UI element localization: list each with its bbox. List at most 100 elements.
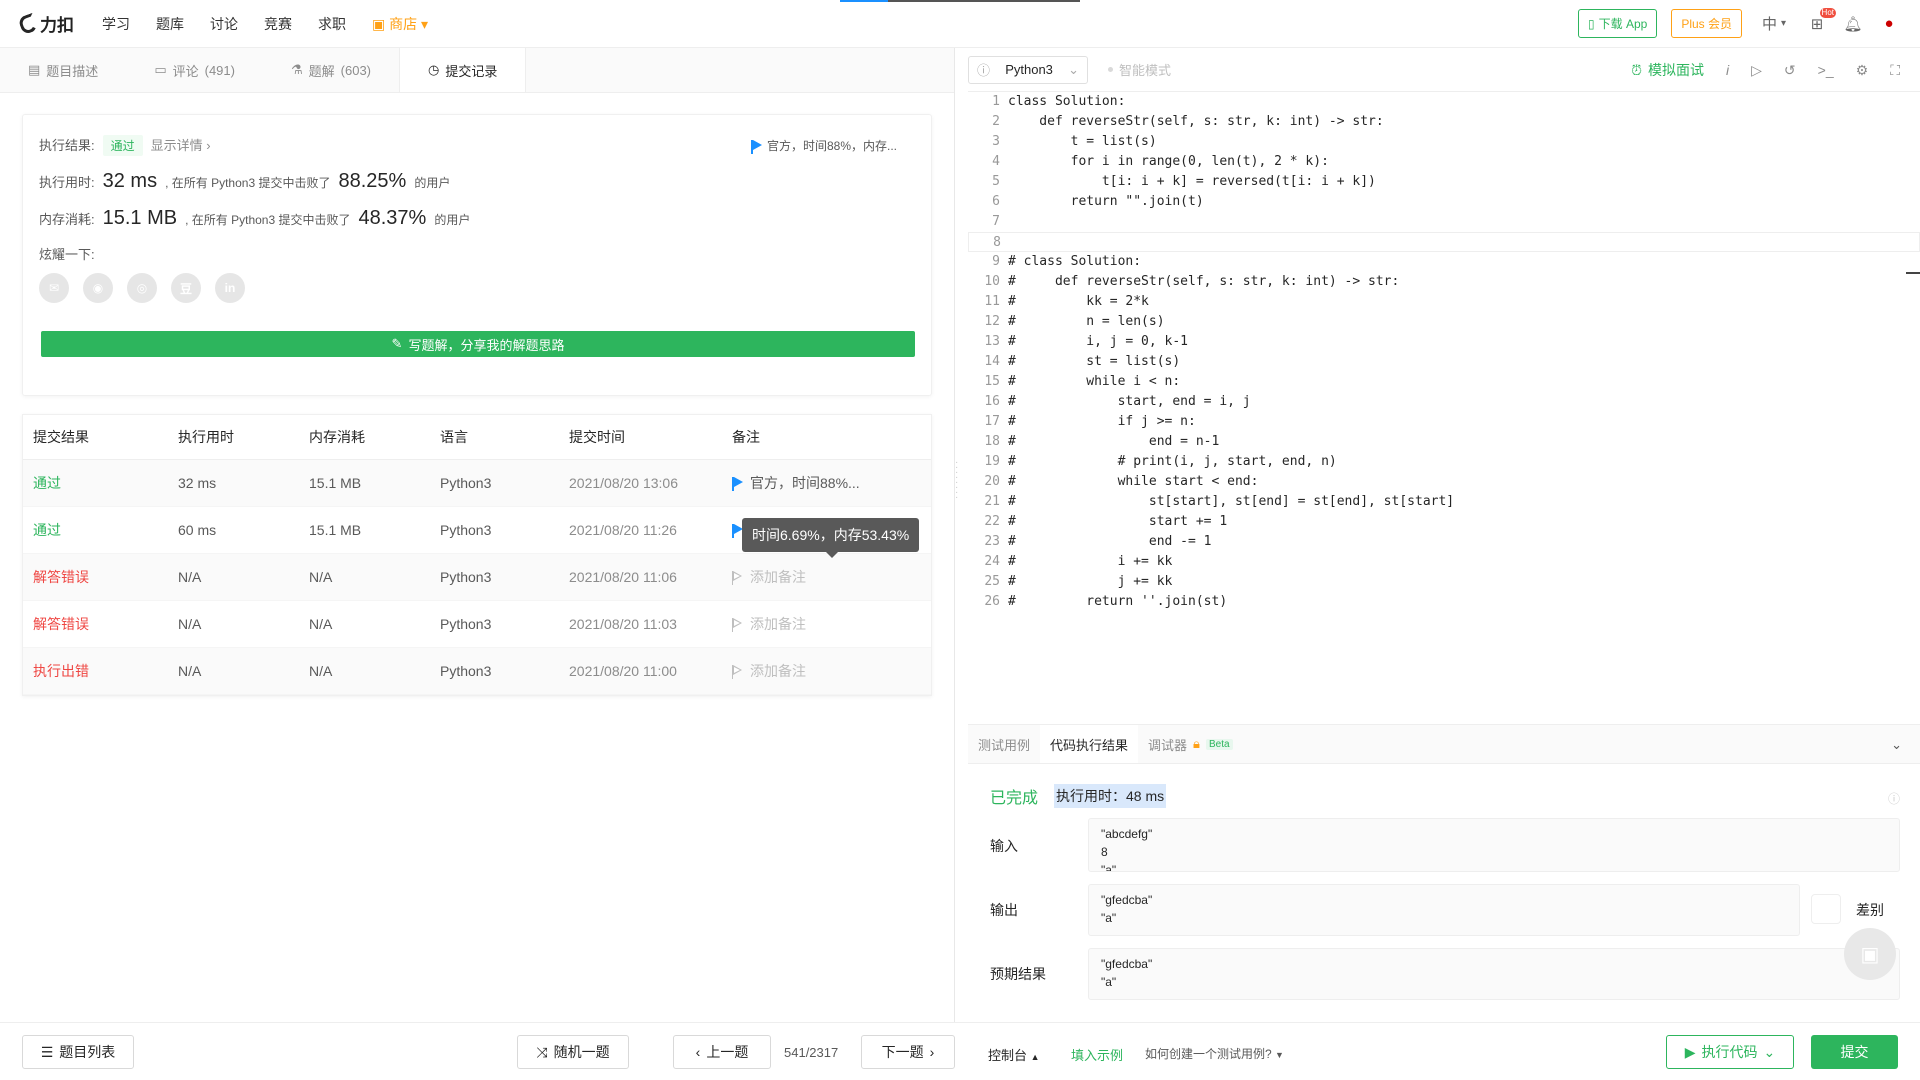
- qq-icon[interactable]: ◎: [127, 273, 157, 303]
- code-line[interactable]: 15 # while i < n:: [968, 372, 1920, 392]
- code-line[interactable]: 8: [968, 232, 1920, 252]
- info-italic-icon[interactable]: i: [1726, 62, 1729, 78]
- code-line[interactable]: 17 # if j >= n:: [968, 412, 1920, 432]
- howto-testcase-dropdown[interactable]: 如何创建一个测试用例? ▼: [1145, 1045, 1284, 1062]
- code-line[interactable]: 9 # class Solution:: [968, 252, 1920, 272]
- code-line[interactable]: 20 # while start < end:: [968, 472, 1920, 492]
- tab-submissions[interactable]: ◷ 提交记录: [399, 48, 527, 92]
- runtime-cell: N/A: [178, 569, 202, 585]
- status-cell[interactable]: 通过: [23, 473, 178, 493]
- code-line[interactable]: 7: [968, 212, 1920, 232]
- nav-shop-label: 商店: [389, 15, 418, 32]
- tab-comments[interactable]: ▭ 评论 (491): [126, 48, 263, 92]
- logo[interactable]: 力扣: [17, 11, 74, 36]
- smart-mode-toggle[interactable]: 智能模式: [1108, 60, 1171, 79]
- show-detail-link[interactable]: 显示详情 ›: [151, 135, 211, 154]
- write-solution-button[interactable]: ✎ 写题解，分享我的解题思路: [41, 331, 915, 357]
- play-outline-icon[interactable]: ▷: [1751, 62, 1762, 79]
- nav-item-discuss[interactable]: 讨论: [210, 14, 238, 34]
- collapse-chevron-icon[interactable]: ⌄: [1891, 737, 1902, 753]
- code-line[interactable]: 11 # kk = 2*k: [968, 292, 1920, 312]
- douban-icon[interactable]: 豆: [171, 273, 201, 303]
- console-toggle[interactable]: 控制台 ▲: [988, 1045, 1040, 1064]
- code-text: # i += kk: [1008, 554, 1173, 569]
- reset-icon[interactable]: ↺: [1784, 62, 1796, 79]
- code-line[interactable]: 2 def reverseStr(self, s: str, k: int) -…: [968, 112, 1920, 132]
- code-line[interactable]: 1 class Solution:: [968, 92, 1920, 112]
- note-cell[interactable]: 添加备注: [732, 614, 922, 634]
- help-icon[interactable]: ⓘ: [1888, 790, 1900, 807]
- weibo-icon[interactable]: ◉: [83, 273, 113, 303]
- notification-bell-icon[interactable]: 🔔︎: [1842, 13, 1864, 35]
- code-line[interactable]: 4 for i in range(0, len(t), 2 * k):: [968, 152, 1920, 172]
- tab-run-result[interactable]: 代码执行结果: [1040, 725, 1139, 763]
- share-plus-icon[interactable]: ⊞ Hot: [1806, 7, 1836, 35]
- problem-list-button[interactable]: ☰ 题目列表: [22, 1035, 134, 1069]
- code-line[interactable]: 25 # j += kk: [968, 572, 1920, 592]
- language-select[interactable]: ⓘ Python3 ⌄: [968, 55, 1088, 84]
- terminal-icon[interactable]: >_: [1818, 62, 1834, 78]
- table-row[interactable]: 解答错误 N/A N/A Python3 2021/08/20 11:03 添加备注: [23, 601, 931, 648]
- code-line[interactable]: 13 # i, j = 0, k-1: [968, 332, 1920, 352]
- prev-problem-button[interactable]: ‹ 上一题: [673, 1035, 771, 1069]
- tab-debugger[interactable]: 调试器 🔒︎ Beta: [1138, 725, 1243, 763]
- panel-splitter[interactable]: · · · · · · · ·: [955, 458, 959, 503]
- submit-button[interactable]: 提交: [1811, 1035, 1898, 1069]
- code-line[interactable]: 26 # return ''.join(st): [968, 592, 1920, 612]
- nav-item-jobs[interactable]: 求职: [318, 14, 346, 34]
- code-text: for i in range(0, len(t), 2 * k):: [1008, 154, 1329, 169]
- run-code-button[interactable]: ▶ 执行代码 ⌄: [1666, 1035, 1794, 1069]
- fullscreen-icon[interactable]: ⛶: [1890, 62, 1900, 79]
- diff-toggle[interactable]: [1811, 894, 1841, 924]
- settings-icon[interactable]: ⚙: [1856, 62, 1869, 79]
- plus-member-button[interactable]: Plus 会员: [1671, 9, 1742, 38]
- code-editor[interactable]: 1 class Solution: 2 def reverseStr(self, s…: [968, 92, 1920, 716]
- code-line[interactable]: 10 # def reverseStr(self, s: str, k: int)…: [968, 272, 1920, 292]
- code-line[interactable]: 23 # end -= 1: [968, 532, 1920, 552]
- run-exec-time: 执行用时：48 ms: [1054, 784, 1167, 808]
- avatar[interactable]: ●: [1878, 13, 1900, 35]
- language-switch[interactable]: 中 ▾: [1756, 13, 1792, 35]
- tab-description[interactable]: ▤ 题目描述: [0, 48, 126, 92]
- code-line[interactable]: 16 # start, end = i, j: [968, 392, 1920, 412]
- flag-icon: [732, 665, 742, 679]
- mock-interview-button[interactable]: ⏰︎ 模拟面试: [1631, 60, 1704, 80]
- code-line[interactable]: 12 # n = len(s): [968, 312, 1920, 332]
- notes-float-button[interactable]: ▣: [1844, 928, 1896, 980]
- code-line[interactable]: 14 # st = list(s): [968, 352, 1920, 372]
- code-line[interactable]: 5 t[i: i + k] = reversed(t[i: i + k]): [968, 172, 1920, 192]
- fill-example-link[interactable]: 填入示例: [1071, 1045, 1123, 1064]
- scrollbar-marker[interactable]: [1906, 272, 1920, 274]
- code-line[interactable]: 24 # i += kk: [968, 552, 1920, 572]
- table-row[interactable]: 解答错误 N/A N/A Python3 2021/08/20 11:06 添加备注: [23, 554, 931, 601]
- code-text: t = list(s): [1008, 134, 1157, 149]
- code-line[interactable]: 22 # start += 1: [968, 512, 1920, 532]
- code-line[interactable]: 18 # end = n-1: [968, 432, 1920, 452]
- table-row[interactable]: 执行出错 N/A N/A Python3 2021/08/20 11:00 添加备注: [23, 648, 931, 695]
- code-line[interactable]: 21 # st[start], st[end] = st[end], st[sta…: [968, 492, 1920, 512]
- nav-item-shop[interactable]: ▣ 商店 ▾: [372, 14, 428, 34]
- nav-item-contest[interactable]: 竞赛: [264, 14, 292, 34]
- official-note[interactable]: 官方，时间88%，内存...: [750, 137, 897, 154]
- table-row[interactable]: 通过 32 ms 15.1 MB Python3 2021/08/20 13:06 官方，…: [23, 460, 931, 507]
- note-cell[interactable]: 官方，时间88%...: [732, 473, 922, 493]
- status-cell[interactable]: 通过: [23, 520, 178, 540]
- status-cell[interactable]: 解答错误: [23, 614, 178, 634]
- status-cell[interactable]: 解答错误: [23, 567, 178, 587]
- nav-item-problemset[interactable]: 题库: [156, 14, 184, 34]
- tab-testcase[interactable]: 测试用例: [968, 725, 1040, 763]
- note-cell[interactable]: 添加备注: [732, 567, 922, 587]
- status-cell[interactable]: 执行出错: [23, 661, 178, 681]
- next-problem-button[interactable]: 下一题 ›: [861, 1035, 955, 1069]
- download-app-button[interactable]: ▯ 下载 App: [1578, 9, 1658, 38]
- code-line[interactable]: 3 t = list(s): [968, 132, 1920, 152]
- tab-solutions[interactable]: ⚗ 题解 (603): [263, 48, 399, 92]
- note-cell[interactable]: 添加备注: [732, 661, 922, 681]
- line-number: 4: [992, 154, 1000, 169]
- wechat-icon[interactable]: ✉: [39, 273, 69, 303]
- random-problem-button[interactable]: ⤨ 随机一题: [517, 1035, 629, 1069]
- code-line[interactable]: 19 # # print(i, j, start, end, n): [968, 452, 1920, 472]
- code-line[interactable]: 6 return "".join(t): [968, 192, 1920, 212]
- linkedin-icon[interactable]: in: [215, 273, 245, 303]
- nav-item-learn[interactable]: 学习: [102, 14, 130, 34]
